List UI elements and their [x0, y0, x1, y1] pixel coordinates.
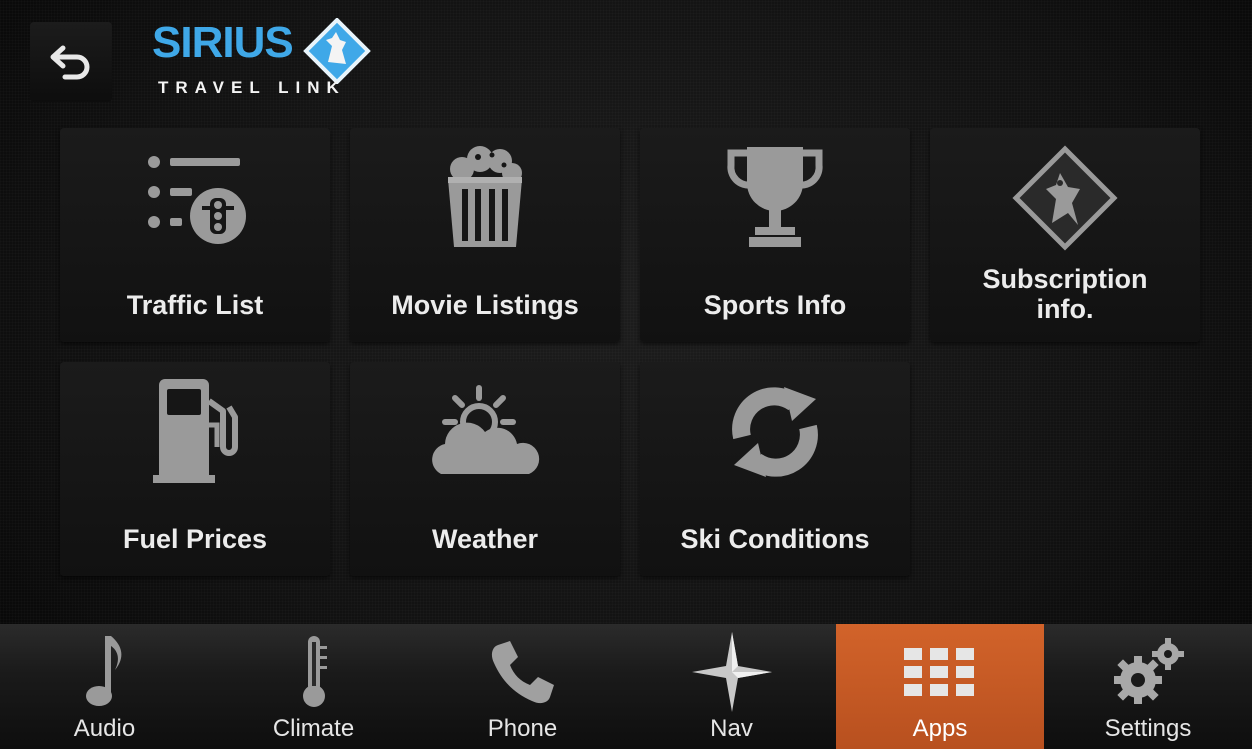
popcorn-icon	[448, 146, 522, 247]
fuel-pump-icon	[153, 379, 238, 483]
tile-fuel-prices[interactable]: Fuel Prices	[60, 362, 330, 576]
tile-label: Ski Conditions	[680, 524, 870, 554]
music-note-icon	[85, 636, 121, 706]
traffic-list-icon	[148, 156, 246, 244]
phone-icon	[491, 641, 554, 704]
sirius-dog-icon	[1012, 145, 1118, 251]
nav-item-nav[interactable]: Nav	[627, 624, 836, 749]
refresh-icon	[732, 387, 818, 477]
screen: SIRIUS TRAVEL LINK Traffic List Movie Li…	[0, 0, 1252, 749]
tile-movie-listings[interactable]: Movie Listings	[350, 128, 620, 342]
nav-item-phone[interactable]: Phone	[418, 624, 627, 749]
tile-subscription-info[interactable]: Subscription info.	[930, 128, 1200, 342]
nav-item-audio[interactable]: Audio	[0, 624, 209, 749]
logo-brand: SIRIUS	[152, 18, 294, 67]
sirius-dog-diamond-icon	[303, 18, 371, 84]
back-arrow-icon	[50, 45, 90, 80]
nav-label: Apps	[912, 715, 968, 742]
nav-item-apps[interactable]: Apps	[836, 624, 1044, 749]
tile-label: Weather	[431, 524, 539, 554]
tile-label: Subscription info.	[982, 264, 1148, 324]
nav-item-climate[interactable]: Climate	[209, 624, 418, 749]
nav-item-settings[interactable]: Settings	[1044, 624, 1252, 749]
thermometer-icon	[302, 636, 327, 707]
tile-label: Traffic List	[126, 290, 264, 320]
sirius-travel-link-logo: SIRIUS TRAVEL LINK	[152, 18, 382, 108]
nav-label: Audio	[73, 715, 136, 742]
sun-cloud-icon	[432, 385, 540, 474]
trophy-icon	[727, 147, 823, 247]
nav-label: Nav	[710, 715, 753, 742]
tile-weather[interactable]: Weather	[350, 362, 620, 576]
tile-label: Fuel Prices	[122, 524, 268, 554]
logo-subtitle: TRAVEL LINK	[158, 78, 346, 97]
compass-star-icon	[691, 632, 772, 712]
tile-ski-conditions[interactable]: Ski Conditions	[640, 362, 910, 576]
tile-sports-info[interactable]: Sports Info	[640, 128, 910, 342]
tile-traffic-list[interactable]: Traffic List	[60, 128, 330, 342]
nav-label: Settings	[1104, 715, 1192, 742]
back-button[interactable]	[30, 22, 112, 102]
nav-label: Phone	[487, 715, 558, 742]
tile-label: Movie Listings	[391, 290, 579, 320]
tile-label: Sports Info	[703, 290, 847, 320]
gears-icon	[1114, 638, 1184, 704]
bottom-nav-bar: Audio Climate Phone Nav Apps Settings	[0, 624, 1252, 749]
apps-grid-icon	[904, 648, 974, 696]
nav-label: Climate	[272, 715, 355, 742]
